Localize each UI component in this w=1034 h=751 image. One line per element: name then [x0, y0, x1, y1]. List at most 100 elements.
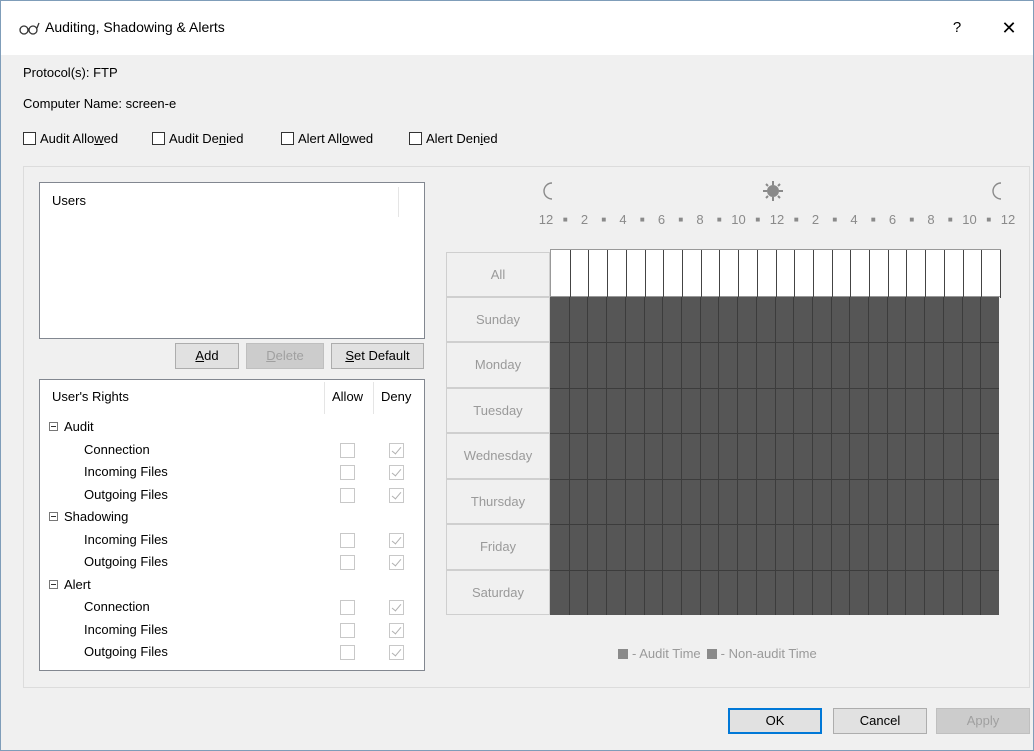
deny-column-header: Deny: [381, 389, 412, 404]
hour-column-button[interactable]: [887, 250, 889, 298]
hour-column-button[interactable]: [644, 250, 646, 298]
day-button-thursday[interactable]: Thursday: [446, 478, 550, 525]
apply-button[interactable]: Apply: [936, 708, 1030, 734]
audit-allowed-checkbox[interactable]: Audit Allo w ed: [23, 131, 118, 146]
rights-group-label: Audit: [64, 419, 94, 434]
grid-column-divider: [568, 297, 570, 615]
hour-column-button[interactable]: [607, 250, 609, 298]
hour-column-button[interactable]: [794, 250, 796, 298]
checkbox-box[interactable]: [409, 132, 422, 145]
checkbox-box[interactable]: [23, 132, 36, 145]
add-button[interactable]: Add: [175, 343, 239, 369]
deny-checkbox[interactable]: [389, 645, 404, 660]
hour-tick: ■: [793, 215, 799, 224]
hour-column-button[interactable]: [719, 250, 721, 298]
day-button-saturday[interactable]: Saturday: [446, 569, 550, 615]
ok-button[interactable]: OK: [728, 708, 822, 734]
rights-item-label: Incoming Files: [84, 464, 168, 479]
checkbox-box[interactable]: [152, 132, 165, 145]
day-button-monday[interactable]: Monday: [446, 342, 550, 388]
collapse-icon[interactable]: [49, 422, 58, 432]
all-hours-header-grid[interactable]: [550, 249, 1001, 298]
rights-group[interactable]: Shadowing: [49, 506, 128, 528]
hour-label: 4: [619, 212, 627, 227]
allow-checkbox[interactable]: [340, 442, 355, 458]
hour-column-button[interactable]: [869, 250, 871, 298]
deny-checkbox[interactable]: [389, 465, 404, 480]
hour-column-button[interactable]: [981, 250, 983, 298]
close-button[interactable]: ✕: [987, 11, 1031, 45]
allow-checkbox[interactable]: [340, 555, 355, 570]
hour-column-button[interactable]: [850, 250, 852, 298]
hour-column-button[interactable]: [943, 250, 945, 298]
hour-column-button[interactable]: [681, 250, 683, 298]
hour-column-button[interactable]: [738, 250, 740, 298]
computer-name-label: Computer Name: screen-e: [23, 96, 177, 111]
set-default-button[interactable]: Set Default: [331, 343, 424, 369]
day-button-sunday[interactable]: Sunday: [446, 297, 550, 343]
hour-column-button[interactable]: [906, 250, 908, 298]
allow-checkbox[interactable]: [340, 465, 355, 480]
alert-denied-checkbox[interactable]: Alert Den i ed: [409, 131, 498, 146]
hour-label: 2: [811, 212, 820, 227]
alert-allowed-checkbox[interactable]: Alert All o wed: [281, 131, 373, 146]
hour-column-button[interactable]: [925, 250, 927, 298]
users-list[interactable]: Users: [39, 182, 425, 339]
rights-item: Connection: [84, 596, 150, 618]
column-divider: [398, 187, 399, 217]
hour-tick: ■: [909, 215, 915, 224]
rights-group[interactable]: Alert: [49, 574, 91, 596]
checkbox-box[interactable]: [281, 132, 294, 145]
hour-column-button[interactable]: [700, 250, 702, 298]
allow-checkbox[interactable]: [340, 487, 355, 503]
rights-item: Incoming Files: [84, 461, 168, 483]
grid-column-divider: [905, 297, 907, 615]
allow-checkbox[interactable]: [340, 532, 355, 548]
hour-column-button[interactable]: [962, 250, 964, 298]
hour-label: 6: [888, 212, 897, 227]
user-rights-tree[interactable]: User's Rights Allow Deny Audit Connection…: [39, 379, 425, 671]
protocols-label: Protocol(s): FTP: [23, 65, 118, 80]
collapse-icon[interactable]: [49, 579, 58, 589]
collapse-icon[interactable]: [49, 512, 58, 522]
deny-checkbox[interactable]: [389, 532, 404, 548]
allow-checkbox[interactable]: [340, 622, 355, 638]
rights-group-label: Alert: [64, 576, 91, 592]
cancel-button[interactable]: Cancel: [833, 708, 927, 734]
hour-column-button[interactable]: [831, 250, 833, 298]
deny-checkbox[interactable]: [389, 487, 404, 503]
day-button-tuesday[interactable]: Tuesday: [446, 387, 550, 434]
deny-checkbox[interactable]: [389, 555, 404, 570]
day-button-friday[interactable]: Friday: [446, 524, 550, 570]
hour-label: 4: [850, 212, 858, 227]
deny-checkbox[interactable]: [389, 442, 404, 458]
grid-column-divider: [942, 297, 944, 615]
audit-denied-checkbox[interactable]: Audit De n ied: [152, 131, 243, 146]
all-days-button[interactable]: All: [446, 252, 550, 297]
deny-checkbox[interactable]: [389, 600, 404, 615]
help-button[interactable]: ?: [937, 11, 977, 45]
schedule-grid[interactable]: [550, 297, 999, 615]
hour-column-button[interactable]: [756, 250, 758, 298]
grid-column-divider: [849, 297, 851, 615]
hour-column-button[interactable]: [569, 250, 571, 298]
delete-button[interactable]: Delete: [246, 343, 324, 369]
hour-column-button[interactable]: [625, 250, 627, 298]
hour-column-button[interactable]: [663, 250, 665, 298]
grid-column-divider: [737, 297, 739, 615]
hour-column-button[interactable]: [1000, 250, 1001, 298]
day-button-wednesday[interactable]: Wednesday: [446, 433, 550, 479]
hour-column-button[interactable]: [775, 250, 777, 298]
rights-column-header: User's Rights: [52, 389, 129, 404]
glasses-icon: [19, 22, 40, 35]
deny-checkbox[interactable]: [389, 622, 404, 638]
hour-column-button[interactable]: [588, 250, 590, 298]
rights-group[interactable]: Audit: [49, 416, 94, 438]
allow-checkbox[interactable]: [340, 600, 355, 615]
hour-label: 8: [927, 212, 935, 227]
grid-column-divider: [980, 297, 982, 615]
grid-column-divider: [718, 297, 720, 615]
allow-checkbox[interactable]: [340, 645, 355, 660]
hour-label: 2: [580, 212, 589, 227]
hour-column-button[interactable]: [812, 250, 814, 298]
